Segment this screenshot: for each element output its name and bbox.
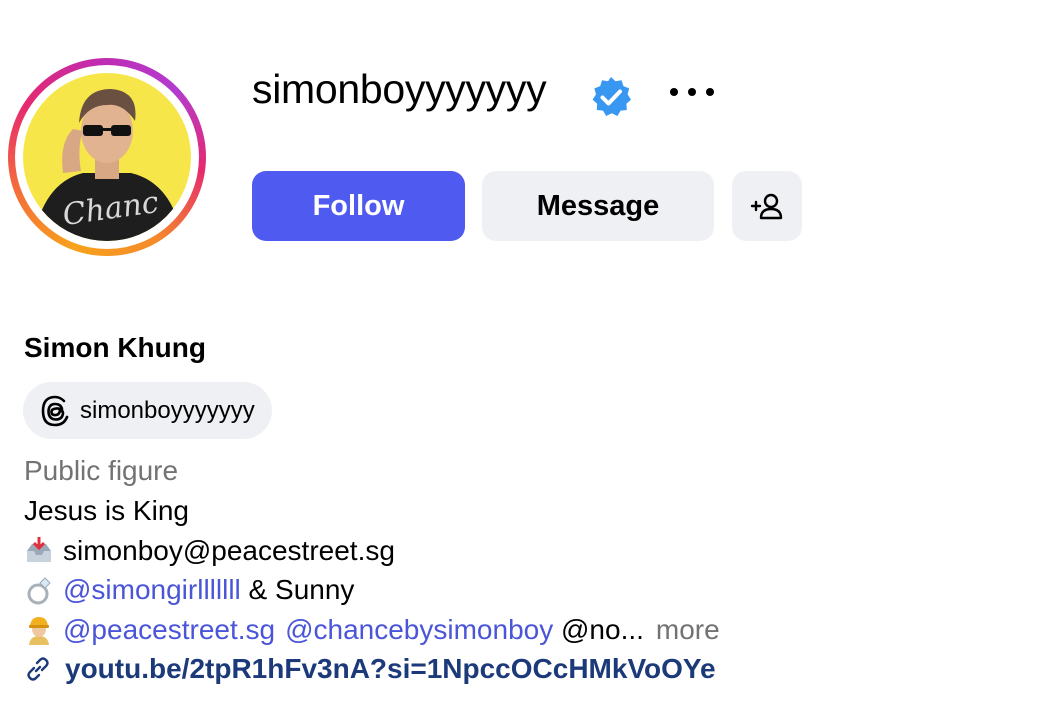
bio-email-line: simonboy@peacestreet.sg	[24, 535, 395, 567]
options-button[interactable]	[664, 74, 722, 110]
ring-icon	[24, 575, 54, 605]
bio-ring-line: @simongirlllllll & Sunny	[24, 574, 354, 606]
mention-link[interactable]: @peacestreet.sg	[63, 614, 275, 646]
ellipsis-icon	[670, 88, 714, 96]
suggested-users-button[interactable]	[732, 171, 802, 241]
message-button[interactable]: Message	[482, 171, 714, 241]
bio-text: & Sunny	[240, 574, 355, 605]
add-user-icon	[750, 193, 783, 220]
bio-email: simonboy@peacestreet.sg	[63, 535, 395, 566]
avatar-image: Chanc	[23, 73, 191, 241]
link-icon	[27, 657, 49, 681]
bio-line: Jesus is King	[24, 495, 189, 526]
mention-link[interactable]: @chancebysimonboy	[285, 614, 553, 646]
construction-worker-icon	[24, 615, 54, 645]
category-label: Public figure	[24, 455, 179, 486]
profile-avatar[interactable]: Chanc	[8, 58, 206, 256]
full-name: Simon Khung	[24, 332, 206, 363]
threads-handle: simonboyyyyyyy	[80, 396, 255, 424]
username: simonboyyyyyyy	[252, 66, 547, 112]
more-button[interactable]: more	[656, 614, 720, 646]
threads-badge[interactable]: simonboyyyyyyy	[23, 382, 272, 439]
external-link[interactable]: youtu.be/2tpR1hFv3nA?si=1NpccOCcHMkVoOYe	[65, 653, 716, 685]
inbox-tray-icon	[24, 536, 54, 566]
bio-work-line: @peacestreet.sg @chancebysimonboy @no...…	[24, 614, 720, 646]
mention-link[interactable]: @simongirlllllll	[63, 574, 241, 606]
bio-link-line: youtu.be/2tpR1hFv3nA?si=1NpccOCcHMkVoOYe	[24, 653, 716, 685]
follow-button[interactable]: Follow	[252, 171, 465, 241]
threads-icon	[41, 395, 69, 426]
verified-badge-icon	[589, 75, 633, 119]
bio-text: @no...	[553, 614, 644, 645]
